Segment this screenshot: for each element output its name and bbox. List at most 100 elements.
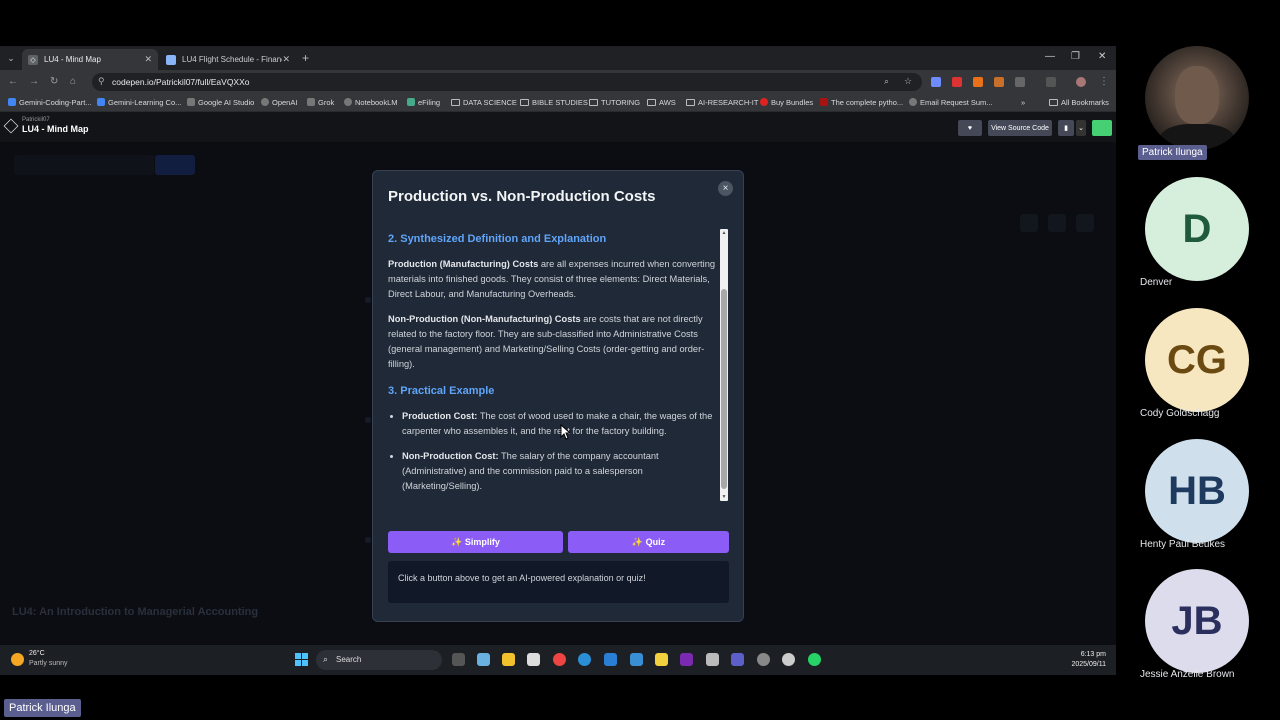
extension-icon[interactable] — [973, 77, 983, 87]
codepen-logo-icon[interactable] — [3, 118, 19, 134]
snipping-tool-icon[interactable] — [706, 653, 719, 666]
search-label: Search — [336, 655, 362, 664]
address-bar[interactable]: ⚲ codepen.io/Patrickil07/full/EaVQXXo ⌕ … — [92, 73, 922, 91]
file-explorer-icon[interactable] — [502, 653, 515, 666]
participant-video-patrick[interactable] — [1145, 46, 1249, 150]
bookmark-label: Gemini-Coding-Part... — [19, 98, 92, 107]
reload-icon[interactable]: ↻ — [50, 76, 58, 87]
back-icon[interactable]: ← — [8, 76, 18, 87]
browser-menu-icon[interactable]: ⋮ — [1099, 76, 1109, 87]
scrollbar-thumb[interactable] — [721, 289, 727, 489]
windows-taskbar: 26°C Partly sunny ⌕ Search 6:13 pm 2025/09… — [0, 645, 1116, 675]
presenter-label: Patrick Ilunga — [4, 699, 81, 717]
url-text: codepen.io/Patrickil07/full/EaVQXXo — [112, 77, 250, 87]
close-modal-button[interactable]: × — [718, 181, 733, 196]
restore-icon[interactable]: ❐ — [1071, 51, 1080, 62]
participant-avatar[interactable]: D — [1145, 177, 1249, 281]
quiz-button[interactable]: ✨ Quiz — [568, 531, 729, 553]
bookmark-item[interactable]: Buy Bundles — [760, 98, 813, 107]
close-window-icon[interactable]: ✕ — [1098, 51, 1106, 62]
onenote-icon[interactable] — [680, 653, 693, 666]
bookmark-item[interactable]: Gemini-Coding-Part... — [8, 98, 92, 107]
participant-avatar[interactable]: HB — [1145, 439, 1249, 543]
bookmark-folder[interactable]: AI-RESEARCH-IT — [686, 98, 758, 107]
sticky-notes-icon[interactable] — [655, 653, 668, 666]
bookmark-folder[interactable]: AWS — [647, 98, 676, 107]
participant-avatar[interactable]: JB — [1145, 569, 1249, 673]
extension-icon[interactable] — [994, 77, 1004, 87]
close-tab-icon[interactable]: ✕ — [282, 54, 290, 65]
scrollbar[interactable]: ▲ ▼ — [720, 229, 728, 501]
bookmark-label: eFiling — [418, 98, 441, 107]
like-button[interactable]: ♥ — [958, 120, 982, 136]
extensions-puzzle-icon[interactable] — [1015, 77, 1025, 87]
weather-icon[interactable] — [11, 653, 24, 666]
section-heading: 3. Practical Example — [388, 385, 495, 397]
more-bookmarks-icon[interactable]: » — [1021, 98, 1025, 107]
bookmark-button[interactable]: ▮ — [1058, 120, 1074, 136]
bookmark-item[interactable]: OpenAI — [261, 98, 297, 107]
whatsapp-icon[interactable] — [808, 653, 821, 666]
profile-icon[interactable] — [1076, 77, 1086, 87]
user-avatar[interactable] — [1092, 120, 1112, 136]
system-clock[interactable]: 6:13 pm 2025/09/11 — [1060, 650, 1106, 670]
bookmark-icon: ▮ — [1064, 125, 1068, 132]
home-icon[interactable]: ⌂ — [70, 76, 76, 87]
pen-author[interactable]: Patrickil07 — [22, 117, 50, 123]
clock-time: 6:13 pm — [1080, 651, 1106, 658]
cast-icon[interactable] — [1046, 77, 1056, 87]
bookmark-folder[interactable]: DATA SCIENCE — [451, 98, 517, 107]
tab-search-icon[interactable]: ⌄ — [4, 51, 18, 65]
bookmark-label: NotebookLM — [355, 98, 398, 107]
vscode-icon[interactable] — [604, 653, 617, 666]
teams-icon[interactable] — [731, 653, 744, 666]
browser-tab-strip: ⌄ ◇ LU4 - Mind Map ✕ LU4 Flight Schedule… — [0, 46, 1116, 70]
bookmark-folder[interactable]: BIBLE STUDIES — [520, 98, 588, 107]
task-view-icon[interactable] — [452, 653, 465, 666]
copilot-icon[interactable] — [477, 653, 490, 666]
more-options-icon[interactable]: ⌄ — [1076, 120, 1086, 136]
concept-modal: Production vs. Non-Production Costs × 2.… — [372, 170, 744, 622]
bookmark-label: Buy Bundles — [771, 98, 814, 107]
site-info-icon[interactable]: ⚲ — [98, 76, 105, 87]
store-icon[interactable] — [527, 653, 540, 666]
extension-icon[interactable] — [952, 77, 962, 87]
zoom-icon[interactable]: ⌕ — [884, 76, 889, 87]
forward-icon[interactable]: → — [29, 76, 39, 87]
taskbar-search[interactable]: ⌕ Search — [316, 650, 442, 670]
openai-icon — [261, 98, 269, 106]
bookmark-item[interactable]: Gemini-Learning Co... — [97, 98, 181, 107]
bookmark-item[interactable]: Grok — [307, 98, 334, 107]
bookmark-star-icon[interactable]: ☆ — [904, 76, 912, 87]
bookmark-folder[interactable]: TUTORING — [589, 98, 640, 107]
start-icon[interactable] — [295, 653, 308, 666]
app-icon[interactable] — [630, 653, 643, 666]
app-icon[interactable] — [782, 653, 795, 666]
bookmark-item[interactable]: Google AI Studio — [187, 98, 254, 107]
term: Non-Production Cost: — [402, 451, 499, 461]
tab-mind-map[interactable]: ◇ LU4 - Mind Map ✕ — [22, 49, 158, 70]
bookmark-item[interactable]: Email Request Sum... — [909, 98, 993, 107]
scroll-down-icon[interactable]: ▼ — [721, 494, 727, 500]
chrome-icon[interactable] — [553, 653, 566, 666]
edge-icon[interactable] — [578, 653, 591, 666]
scroll-up-icon[interactable]: ▲ — [721, 230, 727, 236]
close-tab-icon[interactable]: ✕ — [144, 54, 152, 65]
tab-flight-schedule[interactable]: LU4 Flight Schedule - Financial ✕ — [160, 49, 296, 70]
bookmark-item[interactable]: NotebookLM — [344, 98, 398, 107]
new-tab-icon[interactable]: + — [302, 51, 309, 65]
bookmark-item[interactable]: The complete pytho... — [820, 98, 903, 107]
settings-gear-icon[interactable] — [757, 653, 770, 666]
bookmark-label: DATA SCIENCE — [463, 98, 517, 107]
minimize-icon[interactable]: — — [1045, 51, 1055, 62]
participant-avatar[interactable]: CG — [1145, 308, 1249, 412]
video-head — [1175, 66, 1219, 124]
all-bookmarks[interactable]: All Bookmarks — [1049, 98, 1109, 107]
extension-icon[interactable] — [931, 77, 941, 87]
view-source-button[interactable]: View Source Code — [988, 120, 1052, 136]
gemini-icon — [97, 98, 105, 106]
modal-content[interactable]: 2. Synthesized Definition and Explanatio… — [388, 229, 718, 499]
ai-studio-icon — [187, 98, 195, 106]
simplify-button[interactable]: ✨ Simplify — [388, 531, 563, 553]
bookmark-item[interactable]: eFiling — [407, 98, 440, 107]
